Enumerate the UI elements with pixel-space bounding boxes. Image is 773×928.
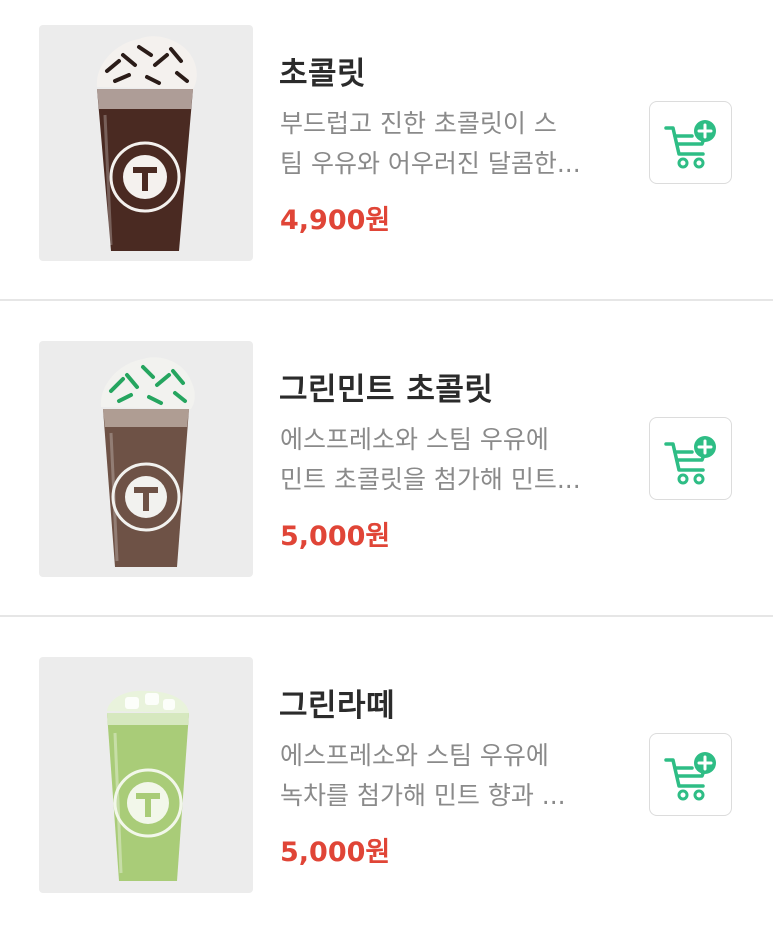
- product-image[interactable]: [39, 341, 253, 577]
- product-description: 에스프레소와 스팀 우유에 민트 초콜릿을 첨가해 민트...: [280, 420, 615, 500]
- menu-item-green-latte[interactable]: 그린라떼 에스프레소와 스팀 우유에 녹차를 첨가해 민트 향과 ... 5,0…: [0, 632, 773, 928]
- divider: [0, 299, 773, 301]
- add-to-cart-button[interactable]: [649, 733, 732, 816]
- cart-plus-icon: [664, 436, 716, 485]
- product-price: 5,000원: [280, 837, 391, 868]
- description-line: 녹차를 첨가해 민트 향과 ...: [280, 781, 566, 810]
- menu-item-greenmint-chocolate[interactable]: 그린민트 초콜릿 에스프레소와 스팀 우유에 민트 초콜릿을 첨가해 민트...…: [0, 316, 773, 616]
- drink-illustration: [107, 690, 189, 881]
- cart-plus-icon: [664, 120, 716, 169]
- description-line: 에스프레소와 스팀 우유에: [280, 741, 549, 770]
- cart-plus-icon: [664, 752, 716, 801]
- product-name: 그린민트 초콜릿: [279, 372, 494, 408]
- menu-list: 초콜릿 부드럽고 진한 초콜릿이 스 팀 우유와 어우러진 달콤한... 4,9…: [0, 0, 773, 928]
- description-line: 부드럽고 진한 초콜릿이 스: [280, 109, 557, 138]
- product-name: 초콜릿: [279, 56, 367, 92]
- drink-illustration: [100, 357, 195, 567]
- divider: [0, 615, 773, 617]
- product-description: 부드럽고 진한 초콜릿이 스 팀 우유와 어우러진 달콤한...: [280, 104, 615, 184]
- menu-item-chocolate[interactable]: 초콜릿 부드럽고 진한 초콜릿이 스 팀 우유와 어우러진 달콤한... 4,9…: [0, 0, 773, 300]
- drink-illustration: [96, 36, 197, 251]
- product-image[interactable]: [39, 25, 253, 261]
- description-line: 민트 초콜릿을 첨가해 민트...: [280, 465, 581, 494]
- description-line: 팀 우유와 어우러진 달콤한...: [280, 149, 581, 178]
- add-to-cart-button[interactable]: [649, 417, 732, 500]
- product-price: 5,000원: [280, 521, 391, 552]
- product-name: 그린라떼: [279, 688, 396, 724]
- add-to-cart-button[interactable]: [649, 101, 732, 184]
- product-image[interactable]: [39, 657, 253, 893]
- product-description: 에스프레소와 스팀 우유에 녹차를 첨가해 민트 향과 ...: [280, 736, 615, 816]
- product-price: 4,900원: [280, 205, 391, 236]
- description-line: 에스프레소와 스팀 우유에: [280, 425, 549, 454]
